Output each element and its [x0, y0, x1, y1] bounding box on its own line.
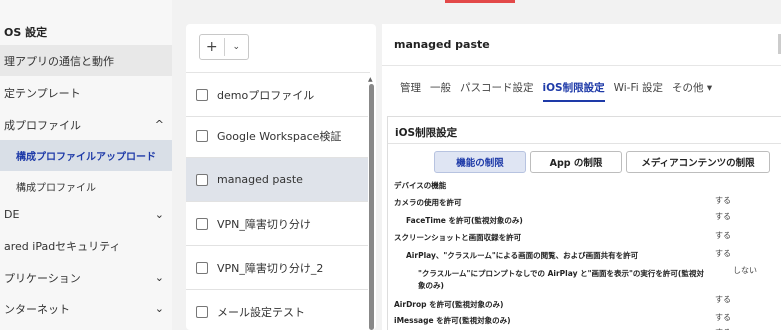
profile-list-item[interactable]: demoプロファイル — [186, 73, 368, 117]
value-allow-classroom-no-prompt[interactable]: しない — [733, 265, 757, 276]
profile-detail-panel: managed paste 管理 一般 パスコード設定 iOS制限設定 Wi-F… — [382, 24, 781, 330]
profile-checkbox[interactable] — [196, 129, 208, 142]
profile-list-item-selected[interactable]: managed paste — [186, 158, 368, 202]
sidebar-title: OS 設定 — [4, 26, 48, 39]
sidebar-item-label: ンターネット — [4, 302, 70, 316]
profile-list-item[interactable]: VPN_障害切り分け — [186, 202, 368, 246]
profile-list-panel: + ⌄ demoプロファイル Google Workspace検証 manage… — [186, 24, 376, 330]
profile-checkbox[interactable] — [196, 261, 208, 274]
row-allow-airplay-classroom: AirPlay、"クラスルーム"による画面の閲覧、および画面共有を許可 — [406, 251, 639, 260]
sidebar-item-label: プリケーション — [4, 271, 81, 285]
segment-app-restrictions[interactable]: App の制限 — [530, 151, 622, 173]
top-accent-bar — [445, 0, 515, 3]
sidebar-item-label: 構成プロファイルアップロード — [16, 152, 156, 163]
value-allow-airdrop[interactable]: する — [715, 294, 731, 305]
profile-list-item[interactable]: VPN_障害切り分け_2 — [186, 246, 368, 290]
value-allow-airplay-classroom[interactable]: する — [715, 248, 731, 259]
value-allow-facetime[interactable]: する — [715, 211, 731, 222]
detail-title: managed paste — [394, 38, 490, 51]
chevron-down-icon: ⌄ — [154, 302, 164, 315]
profile-name: demoプロファイル — [217, 88, 315, 102]
sidebar-item-label: 構成プロファイル — [16, 183, 96, 194]
sidebar-item-label: 成プロファイル — [4, 118, 81, 132]
profile-name: VPN_障害切り分け — [217, 217, 311, 231]
section-title: iOS制限設定 — [395, 127, 458, 139]
scrollbar-thumb[interactable] — [369, 84, 374, 330]
profile-list-item[interactable]: Google Workspace検証 — [186, 114, 368, 158]
sidebar-item-label: 定テンプレート — [4, 86, 81, 100]
row-allow-airdrop: AirDrop を許可(監視対象のみ) — [394, 300, 504, 309]
row-allow-facetime: FaceTime を許可(監視対象のみ) — [406, 216, 523, 225]
restrictions-section: iOS制限設定 機能の制限 App の制限 メディアコンテンツの制限 デバイスの… — [387, 116, 781, 330]
profile-checkbox[interactable] — [196, 217, 208, 230]
chevron-up-icon: ^ — [154, 118, 164, 131]
section-divider — [388, 143, 781, 144]
plus-icon: + — [205, 39, 218, 55]
chevron-down-icon[interactable]: ⌄ — [225, 42, 249, 52]
row-allow-screenshot: スクリーンショットと画面収録を許可 — [394, 233, 522, 242]
app-root: OS 設定 理アプリの通信と動作 定テンプレート 成プロファイル ^ 構成プロフ… — [0, 0, 781, 330]
sidebar-item-settings-template[interactable]: 定テンプレート — [0, 77, 172, 108]
tab-more[interactable]: その他 ▾ — [672, 80, 712, 100]
sidebar-item-shared-ipad-security[interactable]: ared iPadセキュリティ — [0, 230, 172, 261]
sidebar-item-config-profile-upload[interactable]: 構成プロファイルアップロード — [0, 140, 172, 171]
chevron-down-icon: ⌄ — [154, 208, 164, 221]
value-allow-screenshot[interactable]: する — [715, 230, 731, 241]
row-device-features: デバイスの機能 — [394, 181, 447, 190]
chevron-down-icon: ⌄ — [154, 271, 164, 284]
row-allow-classroom-no-prompt-cont: 象のみ) — [418, 281, 444, 290]
tab-wifi[interactable]: Wi-Fi 設定 — [614, 80, 663, 100]
profile-checkbox[interactable] — [196, 306, 208, 318]
sidebar-item-applications[interactable]: プリケーション ⌄ — [0, 262, 172, 293]
row-allow-camera: カメラの使用を許可 — [394, 198, 462, 207]
tab-management[interactable]: 管理 — [400, 80, 421, 100]
row-allow-imessage: iMessage を許可(監視対象のみ) — [394, 316, 511, 325]
profile-name: VPN_障害切り分け_2 — [217, 261, 324, 275]
detail-tabs: 管理 一般 パスコード設定 iOS制限設定 Wi-Fi 設定 その他 ▾ — [400, 80, 721, 102]
sidebar-item-label: DE — [4, 208, 20, 221]
sidebar-item-config-profile[interactable]: 構成プロファイル — [0, 171, 172, 202]
profile-checkbox[interactable] — [196, 88, 208, 101]
profile-name: Google Workspace検証 — [217, 129, 342, 143]
segment-media-restrictions[interactable]: メディアコンテンツの制限 — [626, 151, 770, 173]
sidebar-item-dep[interactable]: DE ⌄ — [0, 199, 172, 230]
scroll-up-icon[interactable]: ▲ — [368, 76, 373, 83]
value-allow-imessage[interactable]: する — [715, 312, 731, 323]
sidebar: OS 設定 理アプリの通信と動作 定テンプレート 成プロファイル ^ 構成プロフ… — [0, 0, 172, 330]
value-allow-camera[interactable]: する — [715, 195, 731, 206]
tab-passcode[interactable]: パスコード設定 — [460, 80, 534, 100]
profile-name: managed paste — [217, 173, 303, 186]
tab-ios-restrictions[interactable]: iOS制限設定 — [542, 80, 605, 102]
row-allow-classroom-no-prompt: "クラスルーム"にプロンプトなしでの AirPlay と"画面を表示"の実行を許… — [418, 269, 704, 278]
sidebar-item-config-profiles[interactable]: 成プロファイル ^ — [0, 109, 172, 140]
detail-header: managed paste — [382, 24, 781, 66]
sidebar-item-label: 理アプリの通信と動作 — [4, 54, 114, 68]
sidebar-item-internet[interactable]: ンターネット ⌄ — [0, 293, 172, 324]
profile-name: メール設定テスト — [217, 306, 305, 319]
sidebar-item-label: ared iPadセキュリティ — [4, 239, 121, 253]
sidebar-item-app-communication[interactable]: 理アプリの通信と動作 — [0, 45, 172, 76]
segment-feature-restrictions[interactable]: 機能の制限 — [434, 151, 526, 173]
list-scrollbar[interactable]: ▲ — [368, 76, 374, 330]
tab-general[interactable]: 一般 — [430, 80, 451, 100]
profile-list-item[interactable]: メール設定テスト — [186, 290, 368, 330]
add-profile-button[interactable]: + ⌄ — [199, 34, 249, 60]
profile-checkbox[interactable] — [196, 173, 208, 186]
